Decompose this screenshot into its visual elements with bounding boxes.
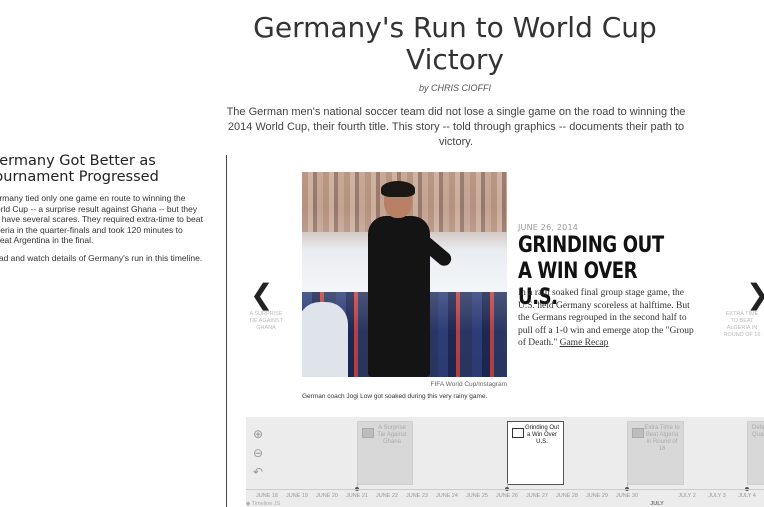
sidebar-paragraph: Germany tied only one game en route to w… xyxy=(0,193,203,245)
timeline-card[interactable]: A Surprise Tie Against Ghana xyxy=(357,421,413,485)
timeline-tick: JULY 2 xyxy=(678,493,696,499)
photo-caption: German coach Jogi Low got soaked during … xyxy=(302,393,488,400)
image-icon xyxy=(512,428,524,438)
photo-credit: FIFA World Cup/Instagram xyxy=(430,381,507,388)
back-icon[interactable]: ↶ xyxy=(250,464,266,480)
timeline-card-label: A Surprise Tie Against Ghana xyxy=(377,425,407,445)
sidebar-heading: Germany Got Better as Tournament Progres… xyxy=(0,153,159,185)
image-icon xyxy=(632,428,644,438)
timeline-tick: JUNE 19 xyxy=(285,493,308,499)
timeline-credit-text: Timeline JS xyxy=(251,501,281,507)
timeline-card-active[interactable]: Grinding Out a Win Over U.S. xyxy=(507,421,564,485)
prev-slide-label[interactable]: A SURPRISE TIE AGAINST GHANA xyxy=(246,311,286,332)
timeline-tick: JUNE 28 xyxy=(555,493,578,499)
timeline-tools: ⊕ ⊖ ↶ xyxy=(246,417,268,487)
byline: by CHRIS CIOFFI xyxy=(418,83,491,93)
page-title: Germany's Run to World Cup Victory xyxy=(253,11,657,76)
chevron-left-icon[interactable]: ❮ xyxy=(250,281,273,309)
timeline-tick: JUNE 29 xyxy=(585,493,608,499)
timeline-tick: JULY 3 xyxy=(708,493,726,499)
timeline-month-label: JULY xyxy=(650,501,664,507)
next-slide-label[interactable]: EXTRA TIME TO BEAT ALGERIA IN ROUND OF 1… xyxy=(722,311,762,339)
timeline-tick: JUNE 26 xyxy=(495,493,518,499)
timeline-tick: JULY 4 xyxy=(738,493,756,499)
vertical-divider xyxy=(226,155,227,507)
image-icon xyxy=(362,428,374,438)
slide-story: In a rain soaked final group stage game,… xyxy=(518,287,703,350)
timeline-tick: JUNE 22 xyxy=(375,493,398,499)
slide-date: JUNE 26, 2014 xyxy=(518,223,579,232)
timeline-tick: JUNE 25 xyxy=(465,493,488,499)
timeline-tick: JUNE 20 xyxy=(315,493,338,499)
timeline-axis xyxy=(246,489,764,490)
timeline-tick: JUNE 18 xyxy=(255,493,278,499)
intro-text: The German men's national soccer team di… xyxy=(226,106,686,148)
timeline-card-label: Grinding Out a Win Over U.S. xyxy=(524,425,560,445)
sidebar-text: Germany tied only one game en route to w… xyxy=(0,193,203,270)
game-recap-link[interactable]: Game Recap xyxy=(560,338,609,348)
timeline-credit: ◆ Timeline JS xyxy=(246,501,281,507)
zoom-in-icon[interactable]: ⊕ xyxy=(250,426,266,442)
slide-photo xyxy=(302,172,507,377)
zoom-out-icon[interactable]: ⊖ xyxy=(250,445,266,461)
timeline-tick: JUNE 23 xyxy=(405,493,428,499)
timeline-card-label: Extra Time to Beat Algeria in Round of 1… xyxy=(644,425,680,452)
chevron-right-icon[interactable]: ❯ xyxy=(746,281,764,309)
timeline-card[interactable]: Extra Time to Beat Algeria in Round of 1… xyxy=(627,421,684,485)
timeline-tick: JUNE 24 xyxy=(435,493,458,499)
sidebar-paragraph: Read and watch details of Germany's run … xyxy=(0,252,203,263)
timeline-card[interactable]: Defe France Quar xyxy=(747,421,764,485)
timeline-card-label: Defe France Quar xyxy=(752,425,764,438)
timeline-tick: JUNE 21 xyxy=(345,493,368,499)
timeline-tick: JUNE 30 xyxy=(615,493,638,499)
timeline-tick: JUNE 27 xyxy=(525,493,548,499)
